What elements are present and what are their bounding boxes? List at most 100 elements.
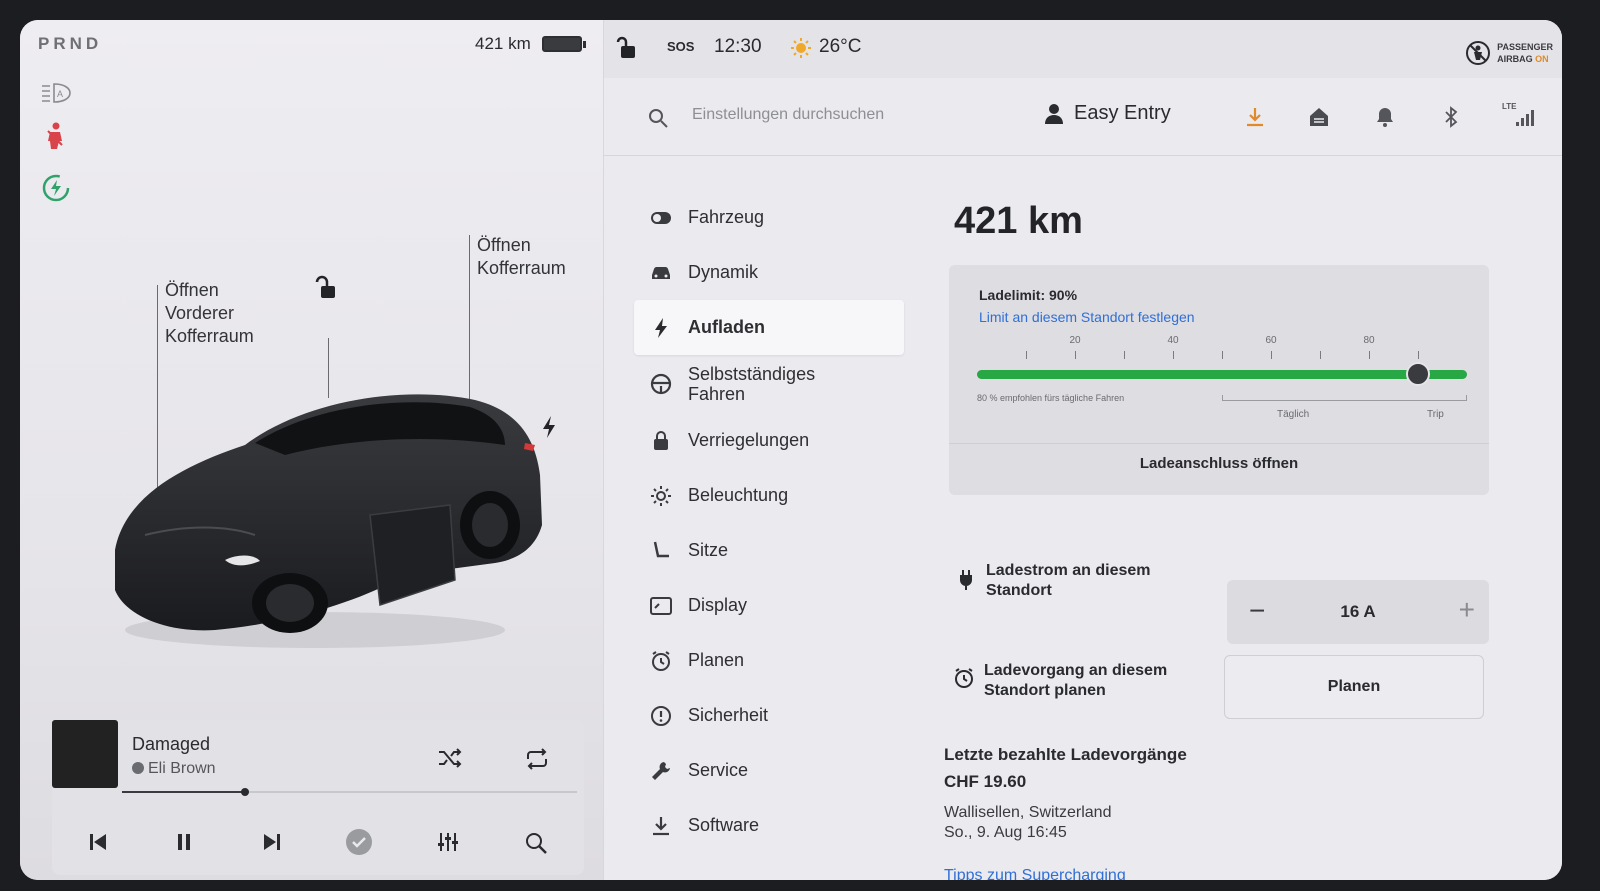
display-icon	[650, 595, 672, 617]
tick-label: 40	[1167, 335, 1179, 346]
svg-text:A: A	[57, 89, 63, 99]
driver-profile-button[interactable]: Easy Entry	[1044, 102, 1171, 125]
tick-mark	[1320, 351, 1321, 359]
menu-item-sicherheit[interactable]: Sicherheit	[634, 688, 904, 743]
menu-item-label: Planen	[688, 650, 745, 670]
menu-item-fahrzeug[interactable]: Fahrzeug	[634, 190, 904, 245]
tick-mark	[1173, 351, 1174, 359]
menu-item-label: Sitze	[688, 540, 729, 560]
tick-mark	[1271, 351, 1272, 359]
open-rear-trunk-button[interactable]: Öffnen Kofferraum	[477, 234, 566, 280]
charge-current-value: 16 A	[1340, 602, 1376, 621]
check-icon[interactable]	[341, 824, 377, 860]
menu-item-planen[interactable]: Planen	[634, 633, 904, 688]
track-artist: Eli Brown	[132, 760, 216, 778]
alarm-clock-icon	[952, 666, 976, 690]
menu-item-beleuchtung[interactable]: Beleuchtung	[634, 468, 904, 523]
tick-mark	[1418, 351, 1419, 359]
estimated-range: 421 km	[954, 200, 1083, 242]
open-front-trunk-button[interactable]: Öffnen Vorderer Kofferraum	[165, 279, 254, 348]
track-progress-knob[interactable]	[240, 788, 249, 796]
equalizer-icon[interactable]	[430, 824, 466, 860]
menu-item-selbststaendiges-fahren[interactable]: Selbstständiges Fahren	[634, 355, 904, 413]
eco-charge-icon	[38, 170, 74, 206]
plug-icon	[954, 568, 978, 592]
tick-label: 20	[1069, 335, 1081, 346]
open-charge-port-button[interactable]: Ladeanschluss öffnen	[949, 455, 1489, 472]
headlight-auto-icon[interactable]: A	[38, 75, 74, 111]
tick-mark	[1369, 351, 1370, 359]
passenger-airbag-status: PASSENGER AIRBAG ON	[1465, 40, 1553, 66]
set-limit-location-link[interactable]: Limit an diesem Standort festlegen	[979, 309, 1195, 325]
charge-current-stepper[interactable]: − 16 A +	[1227, 580, 1489, 644]
album-art[interactable]	[52, 720, 118, 788]
download-update-icon[interactable]	[1242, 104, 1268, 130]
media-player: Damaged Eli Brown	[52, 720, 584, 875]
settings-header: Einstellungen durchsuchen Easy Entry LTE	[604, 80, 1562, 156]
schedule-charging-label: Ladevorgang an diesem Standort planen	[984, 662, 1168, 699]
range-indicator: 421 km	[475, 34, 531, 53]
charge-limit-slider[interactable]: 20 40 60 80 80 % empfohlen fürs tägliche…	[977, 335, 1467, 435]
repeat-icon[interactable]	[519, 741, 555, 777]
airbag-state: ON	[1535, 54, 1549, 64]
next-icon[interactable]	[254, 824, 290, 860]
lock-open-icon[interactable]	[314, 275, 340, 306]
steering-wheel-icon	[650, 373, 672, 395]
front-trunk-label-line2: Vorderer	[165, 303, 235, 323]
settings-search-input[interactable]: Einstellungen durchsuchen	[692, 106, 884, 124]
homelink-icon[interactable]	[1306, 104, 1332, 130]
menu-item-verriegelungen[interactable]: Verriegelungen	[634, 413, 904, 468]
menu-item-software[interactable]: Software	[634, 798, 904, 853]
charge-limit-label: Ladelimit: 90%	[979, 287, 1078, 303]
bluetooth-icon[interactable]	[1438, 104, 1464, 130]
supercharging-tips-link[interactable]: Tipps zum Supercharging	[944, 867, 1126, 880]
pause-icon[interactable]	[166, 824, 202, 860]
search-icon[interactable]	[518, 825, 554, 861]
slider-knob[interactable]	[1406, 362, 1430, 386]
daily-label: Täglich	[1277, 409, 1310, 420]
rear-trunk-label-line2: Kofferraum	[477, 258, 566, 278]
front-trunk-label-line3: Kofferraum	[165, 326, 254, 346]
session-date: So., 9. Aug 16:45	[944, 824, 1067, 841]
sos-indicator[interactable]: SOS	[667, 39, 694, 54]
recommendation-note: 80 % empfohlen fürs tägliche Fahren	[977, 393, 1125, 403]
battery-icon	[542, 36, 586, 52]
track-progress[interactable]	[122, 788, 577, 796]
lte-signal-icon: LTE	[1502, 102, 1538, 130]
tick-mark	[1026, 351, 1027, 359]
tick-mark	[1075, 351, 1076, 359]
light-icon	[650, 485, 672, 507]
lock-open-icon[interactable]	[616, 36, 638, 65]
seat-icon	[650, 540, 672, 562]
menu-item-label: Beleuchtung	[688, 485, 789, 505]
menu-item-label: Selbstständiges Fahren	[688, 364, 816, 404]
search-icon[interactable]	[648, 108, 668, 133]
airbag-label-line2: AIRBAG	[1497, 54, 1533, 64]
previous-icon[interactable]	[80, 824, 116, 860]
track-title: Damaged	[132, 734, 211, 754]
increase-current-button[interactable]: +	[1459, 594, 1475, 626]
driver-profile-name: Easy Entry	[1074, 102, 1171, 124]
menu-item-dynamik[interactable]: Dynamik	[634, 245, 904, 300]
menu-item-display[interactable]: Display	[634, 578, 904, 633]
vehicle-panel: PRND 421 km A Öffnen Vorderer Kofferraum…	[20, 20, 603, 880]
menu-item-service[interactable]: Service	[634, 743, 904, 798]
wrench-icon	[650, 760, 672, 782]
network-type: LTE	[1502, 102, 1517, 111]
shuffle-icon[interactable]	[432, 740, 468, 776]
charge-current-label: Ladestrom an diesem Standort	[986, 562, 1151, 599]
menu-item-label: Service	[688, 760, 749, 780]
range-bracket	[1222, 395, 1467, 401]
menu-item-label: Software	[688, 815, 760, 835]
menu-item-sitze[interactable]: Sitze	[634, 523, 904, 578]
gear-selector: PRND	[38, 34, 103, 53]
schedule-charging-button[interactable]: Planen	[1224, 655, 1484, 719]
notification-bell-icon[interactable]	[1372, 104, 1398, 130]
slider-track[interactable]	[977, 362, 1467, 386]
session-amount: CHF 19.60	[944, 772, 1027, 791]
source-icon	[132, 762, 144, 774]
user-icon	[1045, 103, 1063, 124]
menu-item-aufladen[interactable]: Aufladen	[634, 300, 904, 355]
menu-item-label: Dynamik	[688, 262, 759, 282]
trip-label: Trip	[1427, 409, 1444, 420]
